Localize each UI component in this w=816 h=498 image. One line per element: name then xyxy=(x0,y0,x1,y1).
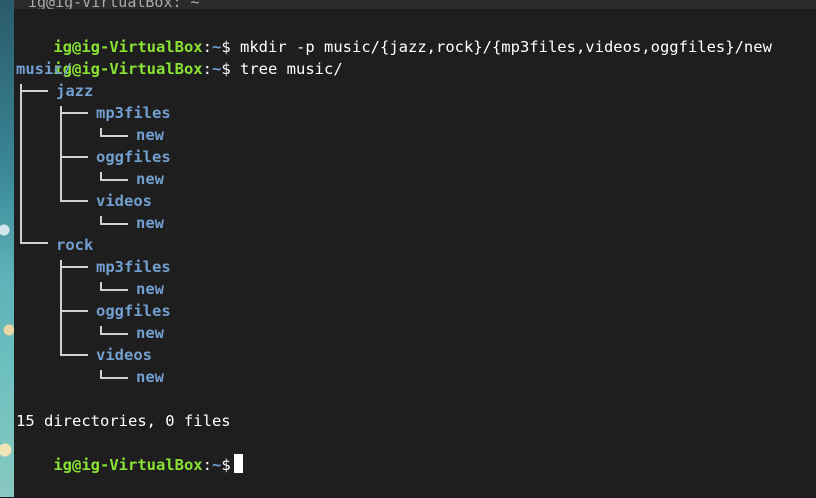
tree-dir-oggfiles: oggfiles xyxy=(96,148,171,166)
prompt-separator: : xyxy=(202,456,212,474)
prompt-user-host: ig@ig-VirtualBox xyxy=(53,60,203,78)
prompt-symbol: $ xyxy=(221,456,231,474)
tree-connector-jazz xyxy=(20,90,48,92)
tree-dir-new: new xyxy=(136,324,164,342)
prompt-separator: : xyxy=(202,60,212,78)
tree-connector-new xyxy=(100,289,128,291)
tree-connector-jazz-mp3 xyxy=(60,112,88,114)
tree-connector-rock-videos xyxy=(60,354,88,356)
desktop-wallpaper-strip xyxy=(0,0,14,497)
tree-dir-mp3files: mp3files xyxy=(96,104,171,122)
tree-dir-new: new xyxy=(136,170,164,188)
tree-connector-rock-ogg xyxy=(60,310,88,312)
previous-output-text: ig@ig-VirtualBox: ~ xyxy=(28,0,200,9)
text-cursor[interactable] xyxy=(233,454,243,473)
tree-connector-new xyxy=(100,179,128,181)
tree-connector-jazz-videos xyxy=(60,200,88,202)
command-line-mkdir: ig@ig-VirtualBox:~$ mkdir -p music/{jazz… xyxy=(16,14,772,56)
tree-dir-videos: videos xyxy=(96,192,152,210)
tree-dir-jazz: jazz xyxy=(56,82,94,100)
tree-connector-new xyxy=(100,135,128,137)
previous-output-strip: ig@ig-VirtualBox: ~ xyxy=(14,0,816,9)
tree-connector-root xyxy=(20,84,22,243)
tree-root: music/ xyxy=(16,60,72,78)
prompt-symbol: $ xyxy=(221,60,231,78)
active-prompt-line[interactable]: ig@ig-VirtualBox:~$ xyxy=(16,432,243,474)
terminal-window[interactable]: ig@ig-VirtualBox:~$ mkdir -p music/{jazz… xyxy=(14,9,816,497)
tree-connector-new xyxy=(100,377,128,379)
tree-dir-videos: videos xyxy=(96,346,152,364)
tree-connector-rock-children xyxy=(60,260,62,355)
tree-connector-new xyxy=(100,333,128,335)
prompt-path: ~ xyxy=(211,456,222,474)
tree-connector-new xyxy=(100,223,128,225)
tree-connector-jazz-ogg xyxy=(60,156,88,158)
tree-connector-jazz-children xyxy=(60,106,62,201)
tree-dir-new: new xyxy=(136,126,164,144)
tree-dir-rock: rock xyxy=(56,236,94,254)
command-line-tree: ig@ig-VirtualBox:~$ tree music/ xyxy=(16,36,342,78)
tree-dir-mp3files: mp3files xyxy=(96,258,171,276)
prompt-user-host: ig@ig-VirtualBox xyxy=(53,456,203,474)
tree-dir-new: new xyxy=(136,280,164,298)
tree-summary: 15 directories, 0 files xyxy=(16,412,231,430)
prompt-path: ~ xyxy=(211,60,222,78)
tree-connector-rock-mp3 xyxy=(60,266,88,268)
command-text: tree music/ xyxy=(240,60,343,78)
tree-dir-new: new xyxy=(136,214,164,232)
tree-dir-oggfiles: oggfiles xyxy=(96,302,171,320)
tree-connector-rock xyxy=(20,242,48,244)
tree-dir-new: new xyxy=(136,368,164,386)
